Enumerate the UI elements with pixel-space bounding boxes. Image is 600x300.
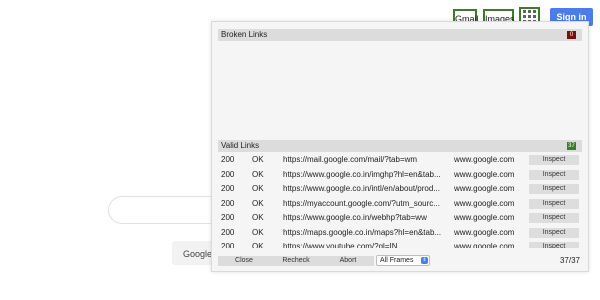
apps-dot: [528, 10, 531, 13]
link-domain: www.google.com: [454, 169, 515, 179]
status-code: 200: [221, 242, 235, 248]
apps-dot: [528, 15, 531, 18]
status-text: OK: [252, 227, 264, 237]
status-text: OK: [252, 242, 264, 248]
valid-links-list: 200 OK https://mail.google.com/mail/?tab=w…: [218, 153, 582, 248]
link-domain: www.google.com: [454, 227, 515, 237]
table-row: 200 OK https://www.google.co.in/webhp?tab=…: [218, 211, 582, 226]
inspect-button[interactable]: Inspect: [529, 184, 579, 194]
recheck-button[interactable]: Recheck: [270, 256, 322, 266]
popup-footer: Close Recheck Abort All Frames ⇕ 37/37: [212, 253, 588, 269]
select-arrows-icon: ⇕: [421, 257, 428, 264]
broken-links-list: [218, 41, 582, 139]
link-checker-popup: Broken Links 0 Valid Links 37 200 OK https…: [211, 21, 589, 272]
apps-dot: [523, 10, 526, 13]
valid-links-header: Valid Links 37: [218, 140, 582, 152]
apps-dot: [523, 15, 526, 18]
inspect-button[interactable]: Inspect: [529, 213, 579, 223]
frames-select[interactable]: All Frames ⇕: [376, 255, 430, 266]
link-domain: www.google.com: [454, 198, 515, 208]
status-code: 200: [221, 213, 235, 222]
valid-links-count-badge: 37: [567, 142, 576, 150]
frames-select-value: All Frames: [380, 257, 414, 264]
abort-button[interactable]: Abort: [322, 256, 374, 266]
link-url: https://myaccount.google.com/?utm_sourc.…: [283, 198, 440, 208]
inspect-button[interactable]: Inspect: [529, 242, 579, 248]
broken-links-title: Broken Links: [221, 30, 268, 39]
table-row: 200 OK https://www.youtube.com/?gl=IN www.g…: [218, 240, 582, 248]
close-button[interactable]: Close: [218, 256, 270, 266]
link-url: https://www.google.co.in/webhp?tab=ww: [283, 213, 427, 222]
table-row: 200 OK https://maps.google.co.in/maps?hl=e…: [218, 226, 582, 241]
status-text: OK: [252, 169, 264, 179]
table-row: 200 OK https://mail.google.com/mail/?tab=w…: [218, 153, 582, 168]
link-domain: www.google.com: [454, 242, 515, 248]
status-code: 200: [221, 155, 235, 164]
link-url: https://www.youtube.com/?gl=IN: [283, 242, 398, 248]
status-code: 200: [221, 198, 235, 208]
apps-dot: [533, 10, 536, 13]
link-domain: www.google.com: [454, 184, 515, 193]
broken-links-header: Broken Links 0: [218, 29, 582, 41]
status-code: 200: [221, 169, 235, 179]
status-text: OK: [252, 184, 264, 193]
link-url: https://www.google.co.in/imghp?hl=en&tab…: [283, 169, 441, 179]
inspect-button[interactable]: Inspect: [529, 198, 579, 209]
inspect-button[interactable]: Inspect: [529, 155, 579, 165]
status-code: 200: [221, 227, 235, 237]
table-row: 200 OK https://myaccount.google.com/?utm_s…: [218, 197, 582, 212]
link-domain: www.google.com: [454, 155, 515, 164]
table-row: 200 OK https://www.google.co.in/intl/en/ab…: [218, 182, 582, 197]
inspect-button[interactable]: Inspect: [529, 227, 579, 238]
link-url: https://www.google.co.in/intl/en/about/p…: [283, 184, 440, 193]
status-code: 200: [221, 184, 235, 193]
table-row: 200 OK https://www.google.co.in/imghp?hl=e…: [218, 168, 582, 183]
progress-count: 37/37: [559, 256, 580, 265]
status-text: OK: [252, 198, 264, 208]
link-url: https://mail.google.com/mail/?tab=wm: [283, 155, 418, 164]
link-url: https://maps.google.co.in/maps?hl=en&tab…: [283, 227, 442, 237]
apps-dot: [533, 15, 536, 18]
valid-links-title: Valid Links: [221, 141, 260, 150]
inspect-button[interactable]: Inspect: [529, 169, 579, 180]
status-text: OK: [252, 155, 264, 164]
link-domain: www.google.com: [454, 213, 515, 222]
broken-links-count-badge: 0: [567, 31, 576, 39]
status-text: OK: [252, 213, 264, 222]
